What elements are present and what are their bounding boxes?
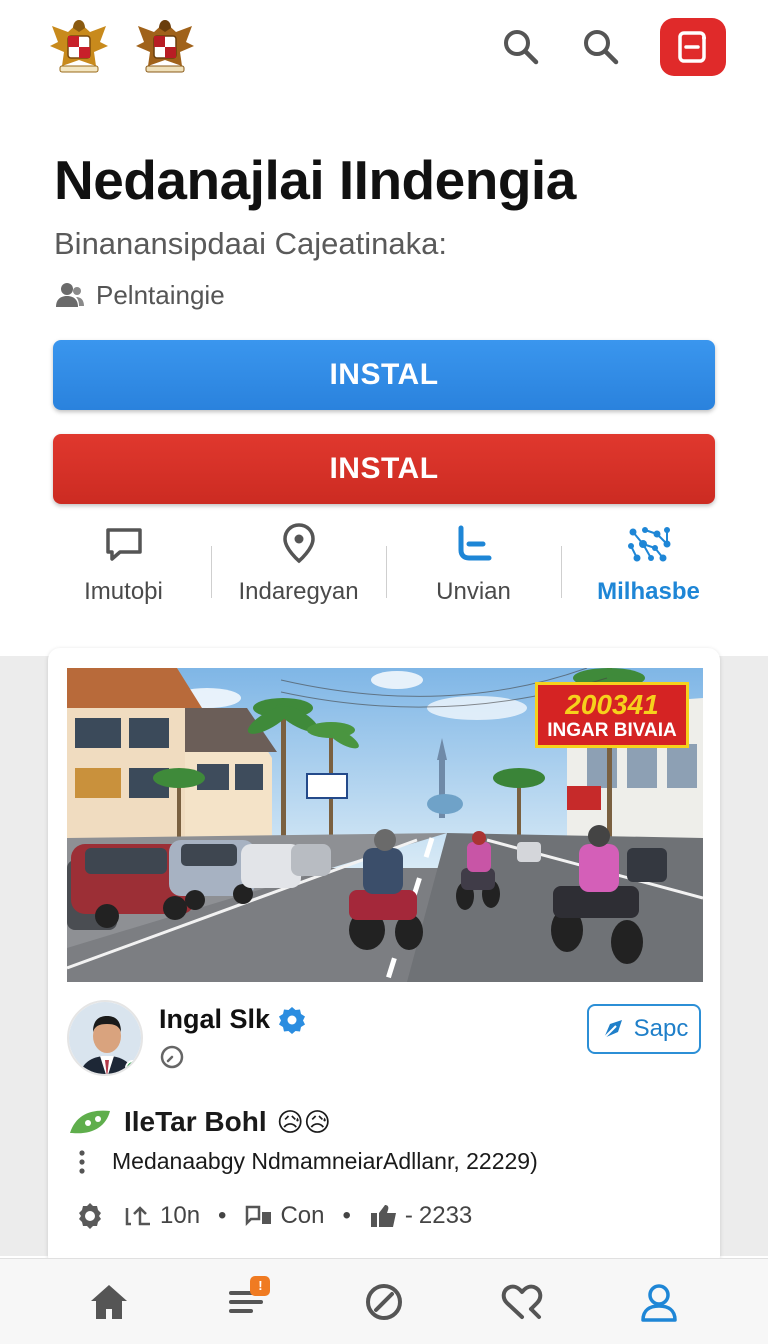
leaf-icon bbox=[70, 1110, 110, 1134]
notification-badge: ! bbox=[250, 1275, 271, 1296]
repost-stat[interactable]: 10n bbox=[124, 1202, 200, 1230]
install-button-primary[interactable]: INSTAL bbox=[53, 340, 715, 410]
post-description: Medanaabgy NdmamneiarAdllanr, 22229) bbox=[78, 1148, 538, 1175]
send-icon bbox=[602, 1020, 622, 1039]
location-pin-icon bbox=[282, 523, 315, 564]
action-unvian[interactable]: Unvian bbox=[386, 520, 561, 620]
home-icon bbox=[90, 1284, 127, 1319]
post-stats: 10n • Con • - 2233 bbox=[74, 1200, 472, 1232]
post-title-text: IleTar Bohl bbox=[124, 1106, 267, 1137]
settings-icon[interactable] bbox=[74, 1200, 106, 1232]
network-icon bbox=[627, 527, 670, 562]
explore-icon bbox=[365, 1283, 402, 1320]
chat-icon bbox=[105, 528, 142, 561]
nav-home[interactable] bbox=[79, 1272, 139, 1332]
comment-count: Con bbox=[280, 1202, 325, 1229]
search-icon[interactable] bbox=[578, 24, 624, 70]
app-title: Nedanajlai IIndengia bbox=[54, 149, 576, 211]
search-icon[interactable] bbox=[498, 24, 544, 70]
follow-button[interactable]: Sapc bbox=[587, 1004, 701, 1054]
author-name: Ingal Slk bbox=[159, 1004, 271, 1034]
top-bar bbox=[0, 0, 768, 100]
avatar[interactable] bbox=[67, 1000, 143, 1076]
heart-icon bbox=[501, 1284, 542, 1319]
profile-icon bbox=[641, 1283, 677, 1322]
garuda-emblem-icon bbox=[46, 16, 112, 78]
comment-stat[interactable]: Con bbox=[244, 1202, 324, 1230]
verified-badge-icon bbox=[279, 1006, 306, 1034]
action-milhasbe[interactable]: Milhasbe bbox=[561, 520, 736, 620]
promo-banner: 200341 INGAR BIVAIA bbox=[535, 682, 689, 748]
post-author[interactable]: Ingal Slk bbox=[159, 1004, 306, 1035]
post-image[interactable]: 200341 INGAR BIVAIA bbox=[67, 668, 703, 982]
clock-icon bbox=[159, 1044, 185, 1075]
separator-dot: • bbox=[342, 1202, 351, 1229]
separator-dot: • bbox=[218, 1202, 227, 1229]
repost-icon bbox=[125, 1206, 150, 1226]
quick-actions: Imutoþi Indaregyan Unvian Milhasbe bbox=[36, 520, 736, 620]
post-title-emojis: 😥😥 bbox=[276, 1106, 331, 1137]
action-label: Indaregyan bbox=[238, 578, 359, 605]
install-button-secondary[interactable]: INSTAL bbox=[53, 434, 715, 504]
nav-profile[interactable] bbox=[629, 1272, 689, 1332]
action-label: Imutoþi bbox=[84, 578, 163, 605]
publisher[interactable]: Pelntaingie bbox=[54, 278, 225, 312]
banner-line-1: 200341 bbox=[565, 688, 659, 720]
post-card[interactable]: 200341 INGAR BIVAIA Ingal Slk Sapc IleTa… bbox=[48, 648, 720, 1268]
post-title: IleTar Bohl 😥😥 bbox=[68, 1106, 331, 1138]
app-subtitle: Binanansipdaai Cajeatinaka: bbox=[54, 226, 447, 261]
like-count: 2233 bbox=[418, 1202, 473, 1229]
bottom-nav: ! bbox=[0, 1258, 768, 1344]
publisher-name: Pelntaingie bbox=[96, 279, 225, 310]
action-imutopi[interactable]: Imutoþi bbox=[36, 520, 211, 620]
action-label: Milhasbe bbox=[597, 578, 700, 605]
post-description-text: Medanaabgy NdmamneiarAdllanr, 22229) bbox=[112, 1148, 538, 1174]
banner-line-2: INGAR BIVAIA bbox=[547, 719, 677, 741]
more-vertical-icon[interactable] bbox=[78, 1149, 86, 1175]
like-stat[interactable]: - 2233 bbox=[369, 1202, 472, 1230]
garuda-emblem-icon bbox=[132, 16, 198, 78]
like-count-prefix: - bbox=[404, 1202, 413, 1229]
nav-favorites[interactable] bbox=[492, 1272, 552, 1332]
comment-icon bbox=[246, 1205, 272, 1227]
l-shape-icon bbox=[458, 525, 491, 561]
action-indaregyan[interactable]: Indaregyan bbox=[211, 520, 386, 620]
user-group-icon bbox=[56, 283, 84, 307]
nav-explore[interactable] bbox=[354, 1272, 414, 1332]
action-label: Unvian bbox=[436, 578, 511, 605]
nav-menu[interactable]: ! bbox=[216, 1272, 276, 1332]
follow-label: Sapc bbox=[633, 1015, 689, 1042]
exit-icon bbox=[678, 31, 706, 63]
repost-count: 10n bbox=[160, 1202, 201, 1229]
exit-button[interactable] bbox=[660, 18, 726, 76]
thumbs-up-icon bbox=[370, 1205, 396, 1227]
